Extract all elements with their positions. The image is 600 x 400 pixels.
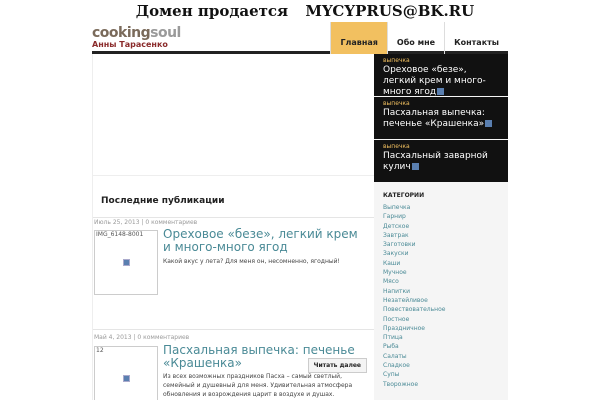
- section-title: Последние публикации: [101, 196, 225, 206]
- featured-category[interactable]: выпечка: [383, 100, 499, 108]
- logo-wordmark: cookingsoul: [92, 26, 187, 40]
- featured-title[interactable]: Пасхальный заварной кулич: [383, 151, 499, 173]
- post-excerpt: Из всех возможных праздников Пасха – сам…: [163, 373, 353, 398]
- broken-image-icon: [437, 88, 445, 95]
- site-logo[interactable]: cookingsoul Анны Тарасенко: [92, 26, 187, 52]
- category-link[interactable]: Праздничное: [383, 324, 445, 333]
- categories-list: Выпечка Гарнир Детское Завтрак Заготовки…: [383, 203, 445, 389]
- logo-cooking: cooking: [92, 25, 151, 41]
- post-separator: [93, 217, 375, 218]
- post-title[interactable]: Пасхальная выпечка: печенье «Крашенка»: [163, 344, 363, 370]
- category-link[interactable]: Супы: [383, 370, 445, 379]
- category-link[interactable]: Детское: [383, 222, 445, 231]
- featured-title[interactable]: Пасхальная выпечка: печенье «Крашенка»: [383, 108, 499, 130]
- featured-title-text: Пасхальная выпечка: печенье «Крашенка»: [383, 108, 485, 129]
- category-link[interactable]: Повествовательное: [383, 305, 445, 314]
- category-link[interactable]: Постное: [383, 315, 445, 324]
- site-header: cookingsoul Анны Тарасенко Главная Обо м…: [92, 22, 508, 54]
- nav-home[interactable]: Главная: [330, 22, 387, 54]
- category-link[interactable]: Птица: [383, 333, 445, 342]
- category-link[interactable]: Творожное: [383, 380, 445, 389]
- category-link[interactable]: Выпечка: [383, 203, 445, 212]
- category-link[interactable]: Салаты: [383, 352, 445, 361]
- category-link[interactable]: Мясо: [383, 277, 445, 286]
- nav-contacts[interactable]: Контакты: [444, 22, 508, 54]
- logo-soul: soul: [150, 25, 181, 41]
- featured-post[interactable]: выпечка Пасхальная выпечка: печенье «Кра…: [374, 97, 508, 139]
- post-thumbnail[interactable]: 12: [94, 346, 158, 400]
- post-meta: Июль 25, 2013 | 0 комментариев: [94, 219, 198, 226]
- featured-title-text: Пасхальный заварной кулич: [383, 151, 488, 172]
- post-title[interactable]: Ореховое «безе», легкий крем и много-мно…: [163, 228, 363, 254]
- featured-post[interactable]: выпечка Ореховое «безе», легкий крем и м…: [374, 54, 508, 98]
- categories-heading: КАТЕГОРИИ: [383, 192, 425, 199]
- logo-subtitle: Анны Тарасенко: [92, 40, 168, 49]
- broken-image-icon: [411, 163, 419, 170]
- banner-email[interactable]: MYCYPRUS@BK.RU: [305, 2, 474, 20]
- category-link[interactable]: Гарнир: [383, 212, 445, 221]
- category-link[interactable]: Заготовки: [383, 240, 445, 249]
- broken-image-icon: [123, 375, 130, 382]
- post-meta: Май 4, 2013 | 0 комментариев: [94, 334, 190, 341]
- broken-image-icon: [485, 120, 493, 127]
- thumb-alt-text: 12: [96, 347, 104, 354]
- featured-category[interactable]: выпечка: [383, 143, 499, 151]
- category-link[interactable]: Закуски: [383, 249, 445, 258]
- post-excerpt: Какой вкус у лета? Для меня он, несомнен…: [163, 258, 340, 265]
- category-link[interactable]: Каши: [383, 259, 445, 268]
- category-link[interactable]: Мучное: [383, 268, 445, 277]
- category-link[interactable]: Напитки: [383, 287, 445, 296]
- post-separator: [93, 329, 375, 330]
- category-link[interactable]: Незатейливое: [383, 296, 445, 305]
- featured-slider-area: [93, 54, 375, 176]
- featured-category[interactable]: выпечка: [383, 57, 499, 65]
- category-link[interactable]: Сладкое: [383, 361, 445, 370]
- thumb-alt-text: IMG_6148-8001: [96, 231, 144, 238]
- domain-sale-banner: Домен продается MYCYPRUS@BK.RU: [0, 0, 600, 22]
- banner-text: Домен продается: [135, 2, 289, 20]
- sidebar: выпечка Ореховое «безе», легкий крем и м…: [374, 54, 508, 400]
- main-nav: Главная Обо мне Контакты: [330, 22, 508, 54]
- featured-title[interactable]: Ореховое «безе», легкий крем и много-мно…: [383, 65, 499, 98]
- nav-about[interactable]: Обо мне: [386, 22, 444, 54]
- broken-image-icon: [123, 259, 130, 266]
- category-link[interactable]: Рыба: [383, 342, 445, 351]
- featured-post[interactable]: выпечка Пасхальный заварной кулич: [374, 140, 508, 182]
- featured-title-text: Ореховое «безе», легкий крем и много-мно…: [383, 65, 486, 97]
- main-content: Последние публикации Июль 25, 2013 | 0 к…: [92, 54, 375, 400]
- post-thumbnail[interactable]: IMG_6148-8001: [94, 230, 158, 295]
- category-link[interactable]: Завтрак: [383, 231, 445, 240]
